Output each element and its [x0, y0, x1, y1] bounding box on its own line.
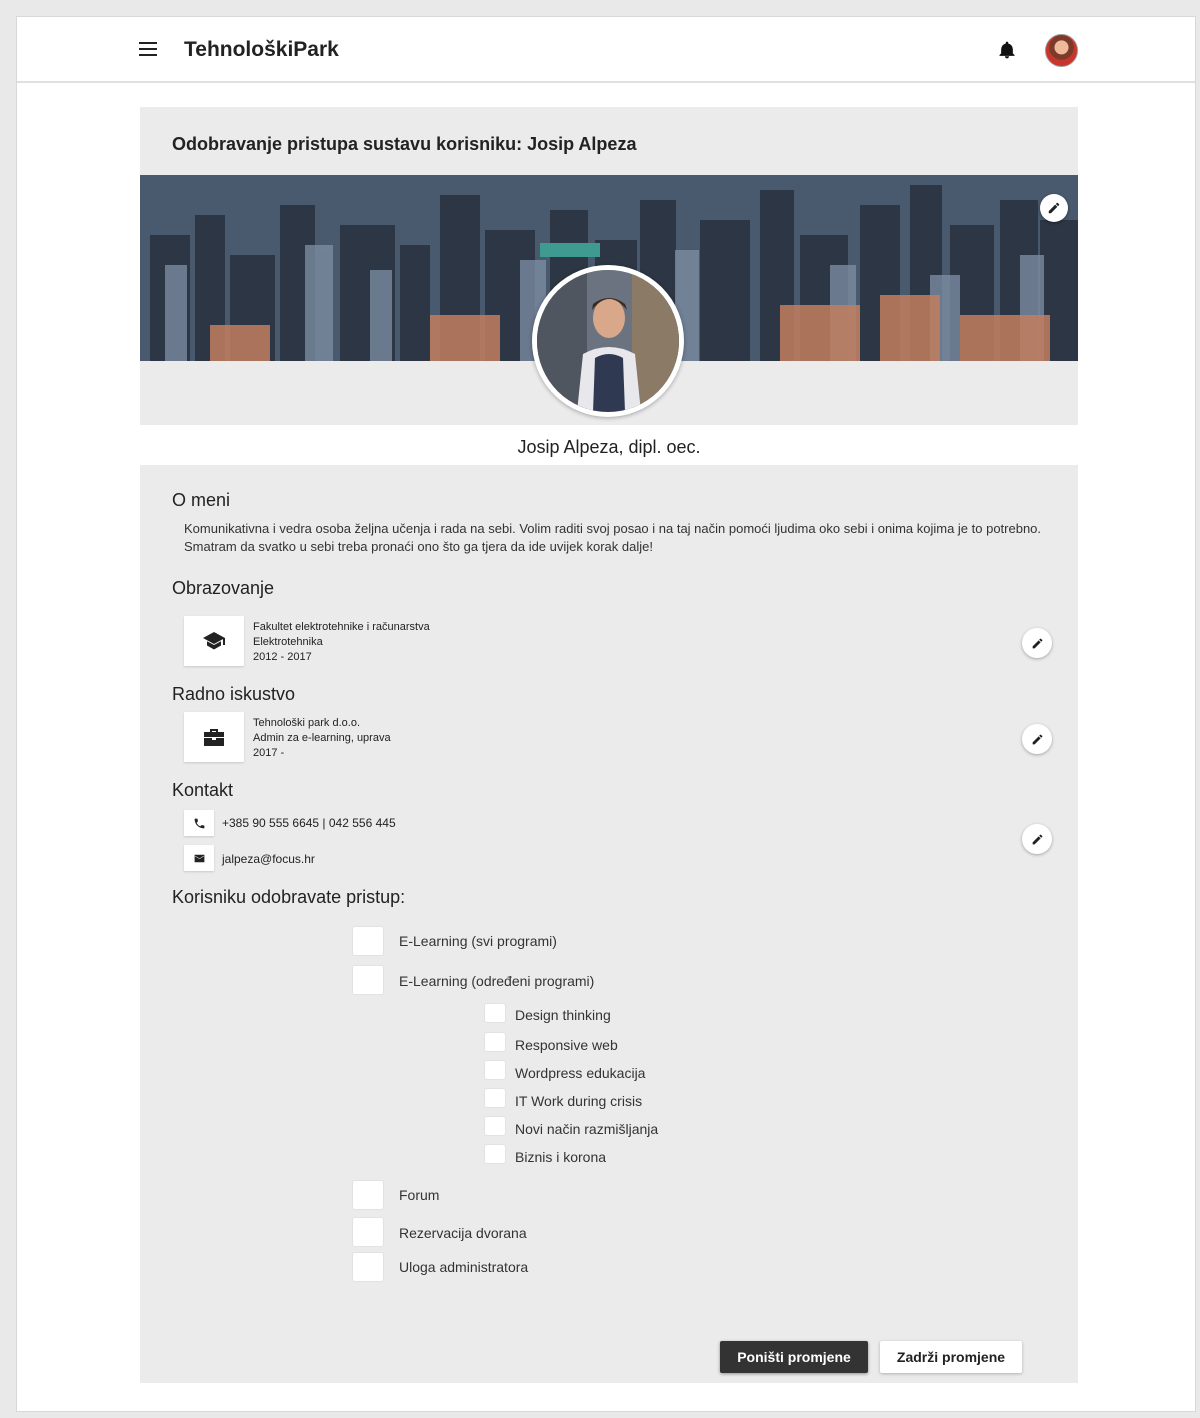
education-edit-button[interactable]	[1022, 628, 1052, 658]
user-avatar[interactable]	[1045, 34, 1078, 67]
contact-phone: +385 90 555 6645 | 042 556 445	[222, 816, 396, 830]
checkbox-biznis-korona[interactable]	[485, 1145, 505, 1163]
label-novi-nacin: Novi način razmišljanja	[515, 1121, 659, 1137]
contact-title: Kontakt	[172, 780, 234, 800]
education-field: Elektrotehnika	[253, 636, 323, 648]
education-institution: Fakultet elektrotehnike i računarstva	[253, 621, 430, 633]
about-title: O meni	[172, 490, 231, 510]
mail-icon-box	[184, 845, 214, 871]
phone-icon	[194, 818, 204, 828]
education-icon-box	[184, 616, 244, 666]
education-years: 2012 - 2017	[253, 651, 312, 663]
checkbox-admin-role[interactable]	[353, 1253, 383, 1281]
label-admin-role: Uloga administratora	[399, 1259, 529, 1275]
experience-years: 2017 -	[253, 747, 285, 759]
profile-photo	[532, 265, 684, 417]
checkbox-novi-nacin[interactable]	[485, 1117, 505, 1135]
card-body	[140, 465, 1078, 1383]
label-it-work: IT Work during crisis	[515, 1093, 643, 1109]
contact-edit-button[interactable]	[1022, 824, 1052, 854]
page-title: Odobravanje pristupa sustavu korisniku: …	[172, 134, 637, 154]
menu-icon[interactable]	[139, 42, 157, 56]
education-title: Obrazovanje	[172, 578, 275, 598]
label-elearning-selected: E-Learning (određeni programi)	[399, 973, 595, 989]
pencil-icon	[1032, 734, 1042, 744]
reset-changes-button[interactable]: Poništi promjene	[720, 1341, 868, 1373]
phone-icon-box	[184, 810, 214, 836]
cover-edit-button[interactable]	[1040, 194, 1068, 222]
label-elearning-all: E-Learning (svi programi)	[399, 933, 557, 949]
checkbox-elearning-selected[interactable]	[353, 966, 383, 994]
experience-company: Tehnološki park d.o.o.	[253, 717, 361, 729]
label-forum: Forum	[399, 1187, 440, 1203]
checkbox-forum[interactable]	[353, 1181, 383, 1209]
label-rezervacija: Rezervacija dvorana	[399, 1225, 527, 1241]
about-text: Komunikativna i vedra osoba željna učenj…	[184, 521, 1042, 554]
label-biznis-korona: Biznis i korona	[515, 1149, 607, 1165]
checkbox-responsive-web[interactable]	[485, 1033, 505, 1051]
approval-card: Odobravanje pristupa sustavu korisniku: …	[140, 107, 1078, 1383]
experience-title: Radno iskustvo	[172, 684, 296, 704]
contact-email: jalpeza@focus.hr	[222, 852, 315, 866]
graduation-cap-icon	[203, 632, 225, 650]
pencil-icon	[1032, 834, 1042, 844]
checkbox-rezervacija[interactable]	[353, 1218, 383, 1246]
label-responsive-web: Responsive web	[515, 1037, 618, 1053]
checkbox-it-work[interactable]	[485, 1089, 505, 1107]
pencil-icon	[1048, 202, 1060, 214]
app-title: TehnološkiPark	[184, 38, 339, 61]
experience-edit-button[interactable]	[1022, 724, 1052, 754]
label-design-thinking: Design thinking	[515, 1007, 611, 1023]
experience-details: Tehnološki park d.o.o. Admin za e-learni…	[253, 716, 391, 761]
experience-icon-box	[184, 712, 244, 762]
experience-role: Admin za e-learning, uprava	[253, 732, 391, 744]
profile-name: Josip Alpeza, dipl. oec.	[517, 437, 701, 457]
top-bar: TehnološkiPark	[17, 17, 1195, 83]
label-wordpress: Wordpress edukacija	[515, 1065, 646, 1081]
briefcase-icon	[204, 729, 224, 746]
keep-changes-button[interactable]: Zadrži promjene	[880, 1341, 1022, 1373]
checkbox-elearning-all[interactable]	[353, 927, 383, 955]
app-window: TehnološkiPark Odobravanje pristupa sust…	[16, 16, 1196, 1412]
mail-icon	[194, 854, 204, 862]
bell-icon[interactable]	[997, 39, 1017, 61]
checkbox-design-thinking[interactable]	[485, 1004, 505, 1022]
pencil-icon	[1032, 638, 1042, 648]
checkbox-wordpress[interactable]	[485, 1061, 505, 1079]
access-title: Korisniku odobravate pristup:	[172, 887, 406, 907]
education-details: Fakultet elektrotehnike i računarstva El…	[253, 620, 430, 665]
